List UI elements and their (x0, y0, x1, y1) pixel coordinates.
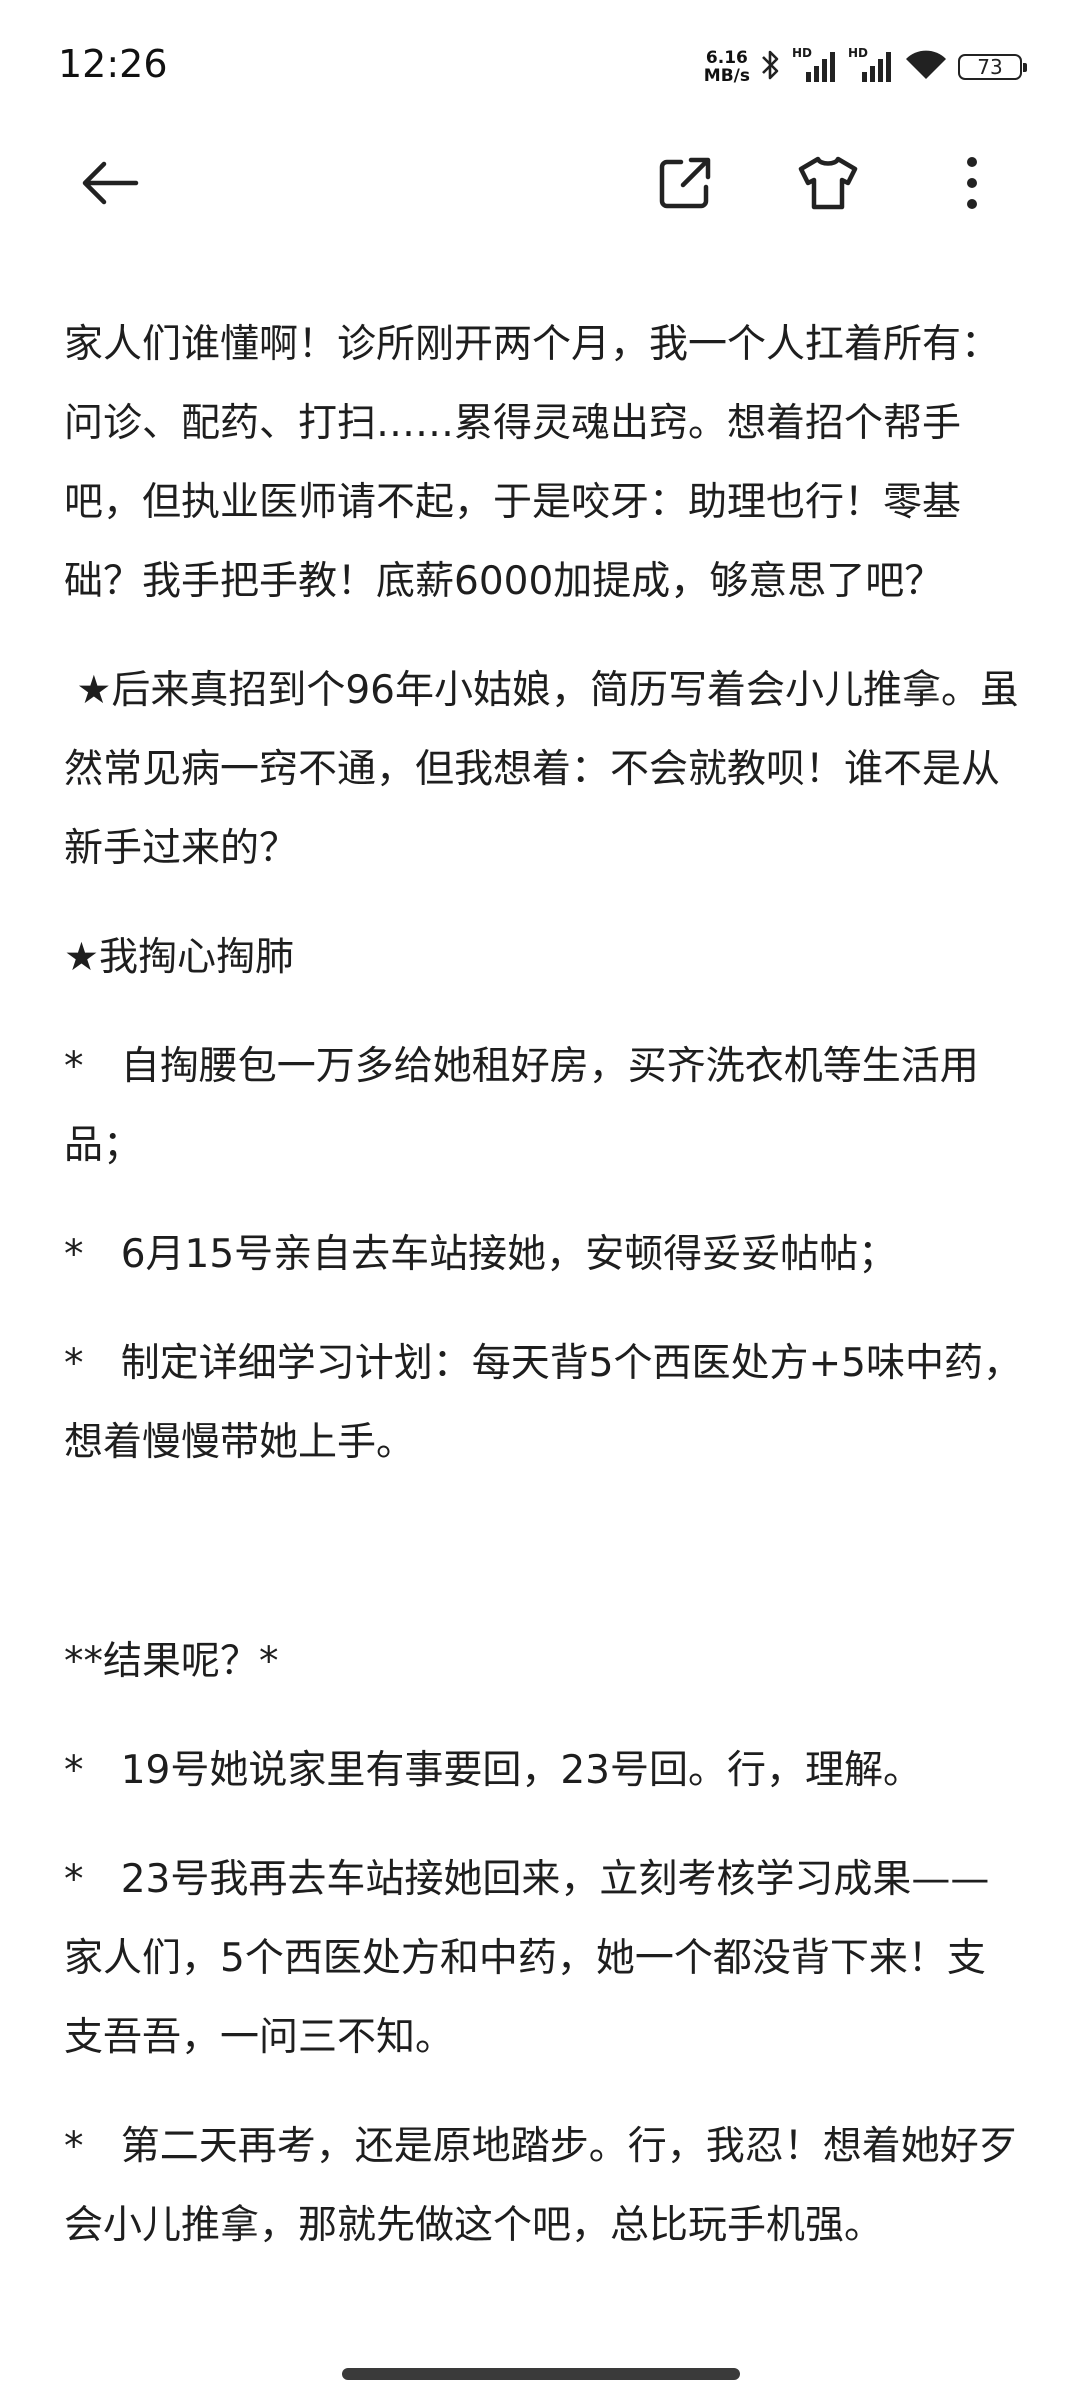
wifi-icon (904, 48, 948, 86)
article-paragraph: 家人们谁懂啊！诊所刚开两个月，我一个人扛着所有：问诊、配药、打扫……累得灵魂出窍… (64, 322, 1001, 604)
sim2-hd-label: HD (848, 46, 869, 60)
article-list-item: * 第二天再考，还是原地踏步。行，我忍！想着她好歹会小儿推拿，那就先做这个吧，总… (64, 2124, 1018, 2248)
article-blank-line (64, 1512, 1024, 1622)
battery-level: 73 (977, 55, 1003, 79)
article-list-item: * 自掏腰包一万多给她租好房，买齐洗衣机等生活用品； (64, 1044, 979, 1168)
status-time: 12:26 (58, 42, 168, 86)
home-indicator[interactable] (342, 2368, 740, 2380)
status-bar: 12:26 6.16 MB/s HD HD 73 (0, 0, 1080, 130)
network-speed-unit: MB/s (703, 66, 750, 86)
battery-icon: 73 (958, 54, 1027, 80)
bluetooth-icon (760, 48, 782, 86)
article-paragraph: **结果呢？* (64, 1639, 279, 1684)
share-external-icon (655, 153, 715, 217)
article-list-item: * 23号我再去车站接她回来，立刻考核学习成果——家人们，5个西医处方和中药，她… (64, 1857, 990, 2060)
status-icons: 6.16 MB/s HD HD 73 (704, 42, 1027, 92)
back-arrow-icon (78, 151, 142, 219)
article-paragraph: ★我掏心掏肺 (64, 935, 294, 980)
tshirt-icon (796, 153, 860, 217)
network-speed: 6.16 MB/s (704, 49, 750, 85)
more-vertical-icon (962, 153, 982, 217)
back-button[interactable] (70, 145, 150, 225)
app-bar (0, 130, 1080, 260)
more-options-button[interactable] (932, 145, 1012, 225)
sim1-hd-label: HD (792, 46, 813, 60)
article-list-item: * 制定详细学习计划：每天背5个西医处方+5味中药，想着慢慢带她上手。 (64, 1341, 1022, 1465)
network-speed-value: 6.16 (705, 48, 748, 68)
signal-icon: HD (848, 46, 894, 84)
article-body: 家人们谁懂啊！诊所刚开两个月，我一个人扛着所有：问诊、配药、打扫……累得灵魂出窍… (64, 305, 1024, 2295)
theme-button[interactable] (788, 145, 868, 225)
signal-icon: HD (792, 46, 838, 84)
article-list-item: * 6月15号亲自去车站接她，安顿得妥妥帖帖； (64, 1232, 898, 1277)
article-paragraph: ★后来真招到个96年小姑娘，简历写着会小儿推拿。虽然常见病一窍不通，但我想着：不… (64, 668, 1019, 871)
open-external-button[interactable] (645, 145, 725, 225)
article-list-item: * 19号她说家里有事要回，23号回。行，理解。 (64, 1748, 922, 1793)
